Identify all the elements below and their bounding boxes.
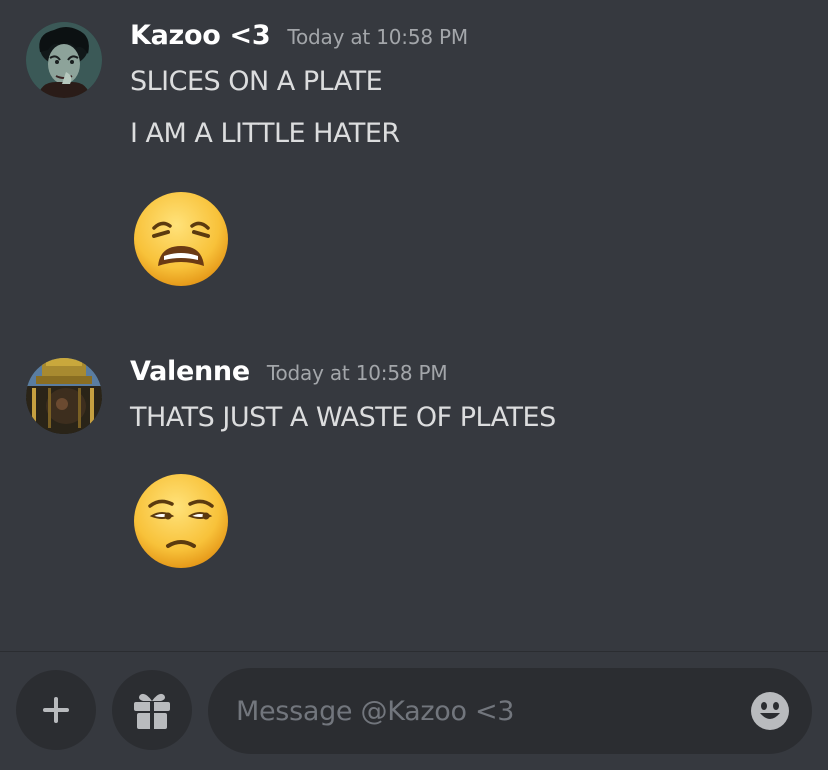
message-text: I AM A LITTLE HATER (130, 118, 400, 149)
message-input[interactable] (236, 668, 736, 754)
username[interactable]: Valenne (130, 356, 250, 387)
plus-icon (43, 697, 69, 723)
message-input-box[interactable] (208, 668, 812, 754)
message-text: SLICES ON A PLATE (130, 66, 383, 97)
avatar[interactable] (26, 22, 102, 98)
unamused-face-emoji (132, 472, 230, 570)
avatar[interactable] (26, 358, 102, 434)
weary-face-emoji (132, 190, 230, 288)
message-header: Valenne Today at 10:58 PM (130, 356, 448, 387)
message-list: Kazoo <3 Today at 10:58 PM SLICES ON A P… (0, 0, 828, 652)
gift-icon (134, 693, 170, 729)
timestamp: Today at 10:58 PM (266, 361, 448, 385)
username[interactable]: Kazoo <3 (130, 20, 271, 51)
smiley-icon (751, 692, 789, 730)
message-text: THATS JUST A WASTE OF PLATES (130, 402, 556, 433)
add-attachment-button[interactable] (16, 670, 96, 750)
emoji-picker-button[interactable] (750, 691, 790, 731)
gift-button[interactable] (112, 670, 192, 750)
timestamp: Today at 10:58 PM (287, 25, 468, 49)
message-header: Kazoo <3 Today at 10:58 PM (130, 20, 468, 51)
